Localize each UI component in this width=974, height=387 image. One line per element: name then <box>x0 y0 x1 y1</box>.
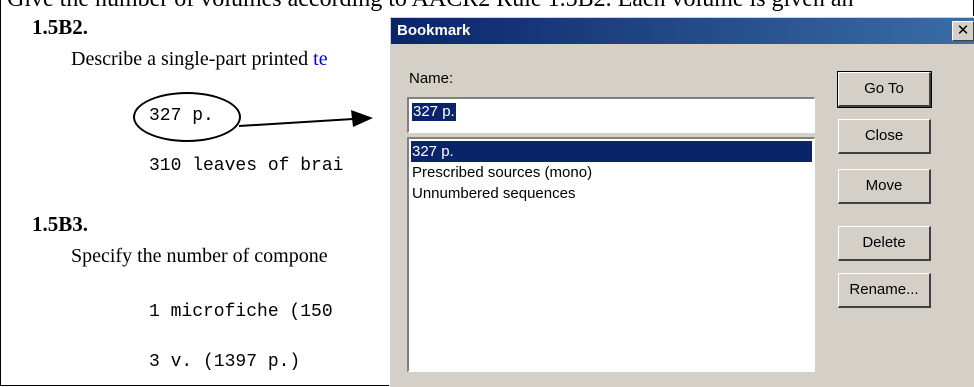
bookmark-dialog: Bookmark ✕ Name: 327 p. 327 p. Prescribe… <box>389 16 974 387</box>
delete-button[interactable]: Delete <box>838 226 931 261</box>
list-item[interactable]: Unnumbered sequences <box>411 183 812 204</box>
rename-button[interactable]: Rename... <box>838 273 931 308</box>
example-3v: 3 v. (1397 p.) <box>149 352 301 372</box>
heading-1-5b3: 1.5B3. <box>32 212 89 236</box>
example-310-leaves: 310 leaves of brai <box>149 156 344 176</box>
example-microfiche: 1 microfiche (150 <box>149 302 333 322</box>
name-input-value: 327 p. <box>412 103 456 121</box>
list-item[interactable]: 327 p. <box>411 141 812 162</box>
dialog-title-bar[interactable]: Bookmark ✕ <box>391 18 974 44</box>
name-label: Name: <box>409 70 454 87</box>
go-to-button[interactable]: Go To <box>837 71 932 108</box>
move-button[interactable]: Move <box>838 169 931 204</box>
name-input[interactable]: 327 p. <box>407 97 815 133</box>
close-icon[interactable]: ✕ <box>952 21 974 41</box>
list-item[interactable]: Prescribed sources (mono) <box>411 162 812 183</box>
bookmark-list[interactable]: 327 p. Prescribed sources (mono) Unnumbe… <box>407 137 815 372</box>
close-button[interactable]: Close <box>838 119 931 154</box>
paragraph-2: Specify the number of compone <box>71 245 328 267</box>
dialog-title: Bookmark <box>397 22 471 39</box>
